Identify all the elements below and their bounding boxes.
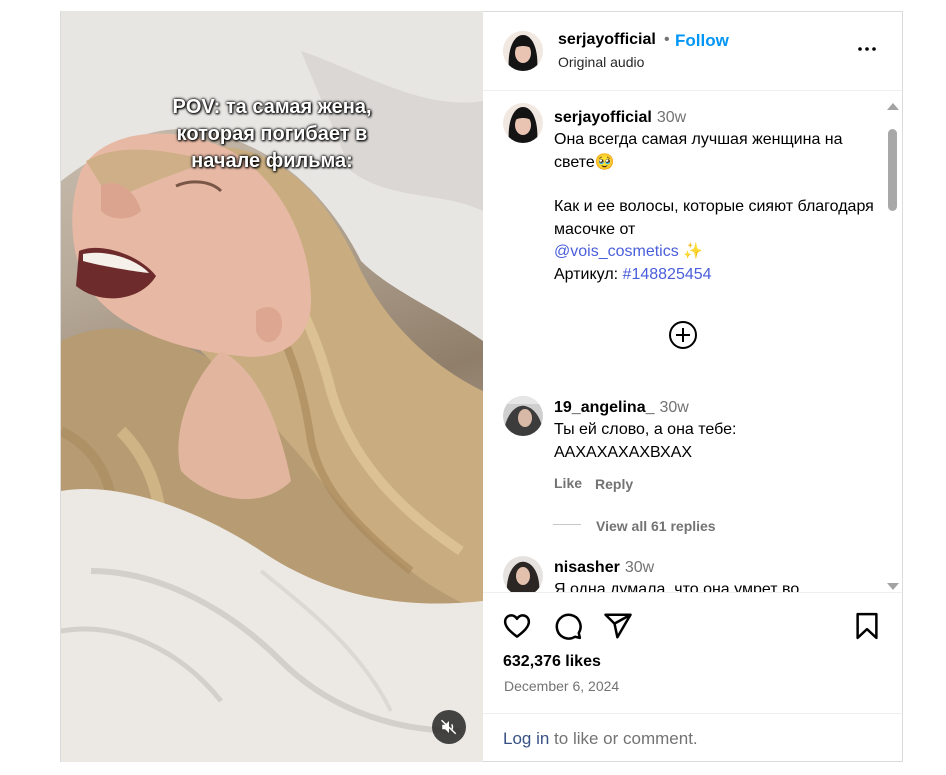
heart-icon[interactable] [502,611,532,641]
caption-author-avatar[interactable] [503,103,543,143]
login-prompt: Log in to like or comment. [503,729,698,749]
comment-item: nisasher 30w Я одна думала, что она умрет… [554,557,874,592]
article-label: Артикул: [554,265,623,283]
caption-username[interactable]: serjayofficial [554,109,652,126]
caption-text-2: Как и ее волосы, которые сияют благодаря… [554,198,874,238]
comment-text: ААХАХАХАХВХАХ [554,443,693,461]
comment-time[interactable]: 30w [625,559,654,576]
video-caption-overlay: POV: та самая жена, которая погибает в н… [172,96,372,172]
author-avatar[interactable] [503,31,543,71]
caption-text-1: Она всегда самая лучшая женщина на свете… [554,131,843,171]
comment-text: Я одна думала, что она умрет во [554,581,800,592]
comment-username[interactable]: nisasher [554,559,620,576]
likes-count[interactable]: 632,376 likes [503,653,601,671]
sparkle-emoji: ✨ [683,243,704,260]
plus-circle-icon[interactable] [668,320,698,350]
scroll-up-arrow-icon[interactable] [886,101,900,111]
comment-time[interactable]: 30w [660,399,689,416]
comment-username[interactable]: 19_angelina_ [554,399,655,416]
comment-icon[interactable] [553,611,583,641]
mention-link[interactable]: @vois_cosmetics [554,243,679,260]
speaker-muted-icon [440,719,457,735]
scrollbar-thumb[interactable] [888,129,897,211]
comment-like-button[interactable]: Like [554,475,582,491]
post-date[interactable]: December 6, 2024 [504,678,619,694]
login-prompt-text: to like or comment. [549,729,698,748]
post-video[interactable]: POV: та самая жена, которая погибает в н… [61,11,483,762]
post-details-panel: serjayofficial • Follow Original audio s… [483,11,902,761]
view-replies-button[interactable]: View all 61 replies [596,518,716,534]
audio-label[interactable]: Original audio [558,54,644,70]
bookmark-icon[interactable] [852,611,882,641]
commenter-avatar[interactable] [503,556,543,592]
replies-divider [553,524,581,525]
comment-item: 19_angelina_ 30w Ты ей слово, а она тебе:… [554,397,874,464]
more-options-icon[interactable] [855,37,879,61]
author-username[interactable]: serjayofficial [558,31,656,49]
comments-section[interactable]: serjayofficial 30w Она всегда самая лучша… [483,91,902,592]
caption-block: serjayofficial 30w Она всегда самая лучша… [554,107,874,286]
separator-dot: • [664,31,670,48]
hashtag-link[interactable]: #148825454 [623,266,712,283]
mute-button[interactable] [432,710,466,744]
follow-button[interactable]: Follow [675,31,729,51]
commenter-avatar[interactable] [503,396,543,436]
post-actions: 632,376 likes December 6, 2024 Log in to… [483,592,902,762]
share-icon[interactable] [603,611,633,641]
login-link[interactable]: Log in [503,729,549,748]
post-header: serjayofficial • Follow Original audio [483,11,902,91]
caption-time[interactable]: 30w [657,109,686,126]
comment-reply-button[interactable]: Reply [595,476,633,492]
comment-text: Ты ей слово, а она тебе: [554,421,737,438]
scroll-down-arrow-icon[interactable] [886,582,900,592]
